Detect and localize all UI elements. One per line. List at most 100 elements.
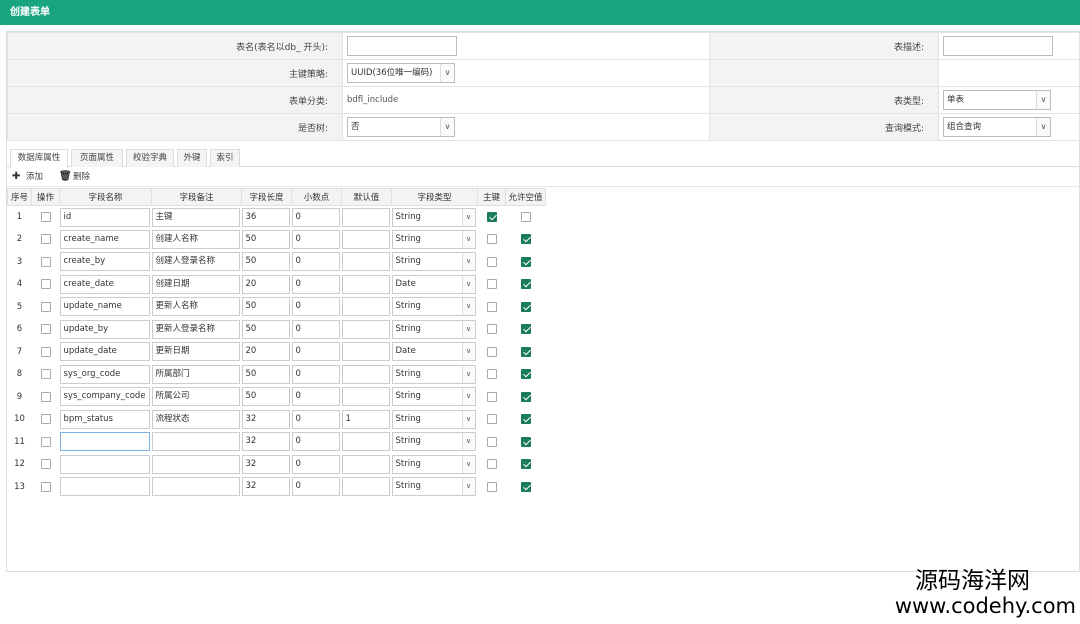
field-length-input[interactable]: 50 <box>241 319 290 339</box>
field-type-select[interactable]: String ∨ <box>391 319 476 339</box>
row-select-checkbox[interactable] <box>40 346 51 357</box>
query-mode-select[interactable]: 组合查询 ∨ <box>943 117 1051 137</box>
tab-index[interactable]: 索引 <box>210 149 240 167</box>
field-name-input[interactable]: update_name <box>59 297 150 317</box>
row-select-checkbox[interactable] <box>40 391 51 402</box>
field-point-input[interactable]: 0 <box>291 432 340 452</box>
row-select-checkbox[interactable] <box>40 436 51 447</box>
row-select-checkbox[interactable] <box>40 369 51 379</box>
field-point-input[interactable]: 0 <box>291 229 340 249</box>
field-remark-input[interactable]: 创建人名称 <box>151 229 240 249</box>
field-remark-input[interactable]: 所属公司 <box>151 387 240 407</box>
field-point-input[interactable]: 0 <box>291 252 340 272</box>
field-type-select[interactable]: String ∨ <box>391 432 476 452</box>
field-default-input[interactable] <box>341 432 390 452</box>
field-default-input[interactable] <box>341 252 390 272</box>
row-select-checkbox[interactable] <box>40 211 51 222</box>
row-select-checkbox[interactable] <box>40 324 51 334</box>
field-type-select[interactable]: String ∨ <box>391 229 476 249</box>
field-length-input[interactable]: 50 <box>241 387 290 407</box>
primary-key-checkbox[interactable] <box>486 324 497 334</box>
field-name-input[interactable]: id <box>59 207 150 227</box>
primary-key-checkbox[interactable] <box>486 436 497 447</box>
row-select-checkbox[interactable] <box>40 234 51 244</box>
field-default-input[interactable] <box>341 477 390 497</box>
nullable-checkbox[interactable] <box>520 279 531 289</box>
field-point-input[interactable]: 0 <box>291 409 340 429</box>
field-remark-input[interactable] <box>151 454 240 474</box>
primary-key-checkbox[interactable] <box>486 256 497 267</box>
field-length-input[interactable]: 20 <box>241 342 290 362</box>
tab-database-properties[interactable]: 数据库属性 <box>10 149 68 168</box>
field-length-input[interactable]: 32 <box>241 454 290 474</box>
field-type-select[interactable]: String ∨ <box>391 409 476 429</box>
field-remark-input[interactable] <box>151 477 240 497</box>
field-point-input[interactable]: 0 <box>291 297 340 317</box>
field-type-select[interactable]: String ∨ <box>391 387 476 407</box>
row-select-checkbox[interactable] <box>40 459 51 469</box>
primary-key-checkbox[interactable] <box>486 391 497 402</box>
nullable-checkbox[interactable] <box>520 346 531 357</box>
pk-strategy-select[interactable]: UUID(36位唯一编码) ∨ <box>347 63 455 83</box>
field-default-input[interactable]: 1 <box>341 409 390 429</box>
tab-page-properties[interactable]: 页面属性 <box>71 149 123 167</box>
field-point-input[interactable]: 0 <box>291 364 340 384</box>
field-remark-input[interactable]: 流程状态 <box>151 409 240 429</box>
field-name-input[interactable]: create_by <box>59 252 150 272</box>
field-length-input[interactable]: 32 <box>241 477 290 497</box>
field-type-select[interactable]: Date ∨ <box>391 342 476 362</box>
field-point-input[interactable]: 0 <box>291 274 340 294</box>
primary-key-checkbox[interactable] <box>486 211 497 222</box>
field-point-input[interactable]: 0 <box>291 454 340 474</box>
field-name-input[interactable] <box>59 454 150 474</box>
is-tree-select[interactable]: 否 ∨ <box>347 117 455 137</box>
field-point-input[interactable]: 0 <box>291 477 340 497</box>
field-remark-input[interactable]: 更新日期 <box>151 342 240 362</box>
field-length-input[interactable]: 50 <box>241 364 290 384</box>
tab-validation-dictionary[interactable]: 校验字典 <box>126 149 174 167</box>
primary-key-checkbox[interactable] <box>486 234 497 244</box>
field-type-select[interactable]: String ∨ <box>391 297 476 317</box>
row-select-checkbox[interactable] <box>40 301 51 312</box>
field-length-input[interactable]: 32 <box>241 432 290 452</box>
field-remark-input[interactable]: 更新人登录名称 <box>151 319 240 339</box>
row-select-checkbox[interactable] <box>40 481 51 492</box>
field-type-select[interactable]: Date ∨ <box>391 274 476 294</box>
field-type-select[interactable]: String ∨ <box>391 454 476 474</box>
field-name-input[interactable]: create_date <box>59 274 150 294</box>
add-button[interactable]: ✚ 添加 <box>10 168 43 186</box>
nullable-checkbox[interactable] <box>520 211 531 222</box>
field-default-input[interactable] <box>341 229 390 249</box>
field-default-input[interactable] <box>341 274 390 294</box>
field-remark-input[interactable]: 更新人名称 <box>151 297 240 317</box>
nullable-checkbox[interactable] <box>520 234 531 244</box>
field-length-input[interactable]: 50 <box>241 252 290 272</box>
field-default-input[interactable] <box>341 364 390 384</box>
field-name-input[interactable] <box>59 477 150 497</box>
primary-key-checkbox[interactable] <box>486 301 497 312</box>
field-name-input[interactable]: sys_company_code <box>59 387 150 407</box>
field-length-input[interactable]: 50 <box>241 229 290 249</box>
field-name-input[interactable]: bpm_status <box>59 409 150 429</box>
nullable-checkbox[interactable] <box>520 481 531 492</box>
field-default-input[interactable] <box>341 319 390 339</box>
nullable-checkbox[interactable] <box>520 414 531 424</box>
field-name-input[interactable] <box>59 432 150 452</box>
field-type-select[interactable]: String ∨ <box>391 477 476 497</box>
field-remark-input[interactable]: 创建人登录名称 <box>151 252 240 272</box>
field-remark-input[interactable]: 创建日期 <box>151 274 240 294</box>
field-type-select[interactable]: String ∨ <box>391 364 476 384</box>
delete-button[interactable]: 🗑 删除 <box>57 168 90 186</box>
tab-foreign-key[interactable]: 外键 <box>177 149 207 167</box>
table-name-input[interactable] <box>347 36 457 56</box>
row-select-checkbox[interactable] <box>40 256 51 267</box>
field-length-input[interactable]: 20 <box>241 274 290 294</box>
field-remark-input[interactable]: 所属部门 <box>151 364 240 384</box>
field-remark-input[interactable]: 主键 <box>151 207 240 227</box>
field-name-input[interactable]: sys_org_code <box>59 364 150 384</box>
primary-key-checkbox[interactable] <box>486 481 497 492</box>
field-default-input[interactable] <box>341 207 390 227</box>
field-remark-input[interactable] <box>151 432 240 452</box>
table-desc-input[interactable] <box>943 36 1053 56</box>
nullable-checkbox[interactable] <box>520 301 531 312</box>
